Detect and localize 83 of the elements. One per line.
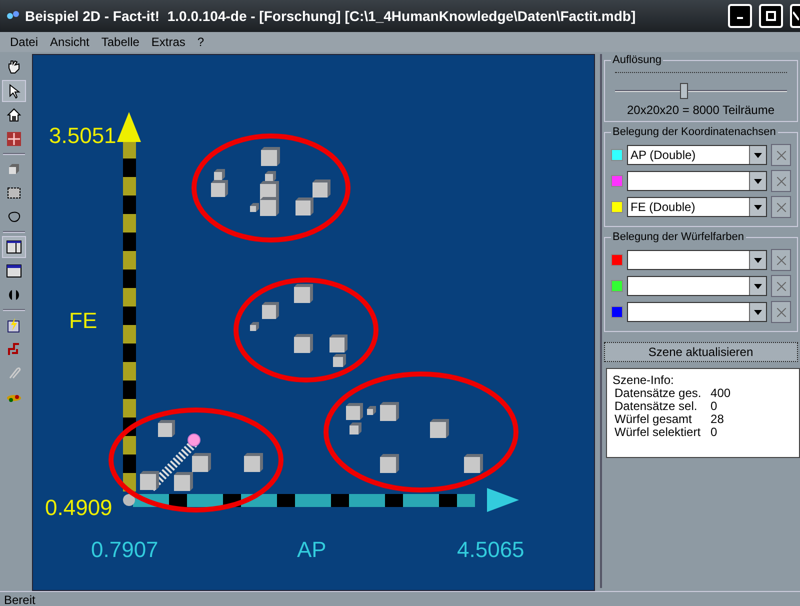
data-cube[interactable] [366,406,376,415]
lightning-icon [6,317,22,333]
home-icon [6,107,22,123]
data-cube[interactable] [294,284,313,303]
info-label: Datensätze ges. [614,387,702,400]
data-cube[interactable] [332,354,346,367]
data-cube[interactable] [260,147,280,166]
data-cube[interactable] [214,169,225,180]
tool-button[interactable] [2,80,26,102]
group-title: Belegung der Würfelfarben [612,231,745,243]
data-cube[interactable] [349,422,362,434]
data-cube[interactable] [174,472,193,491]
menu-item[interactable]: ? [191,35,210,49]
field-dropdown[interactable] [626,171,767,191]
data-cube[interactable] [294,334,313,353]
clear-icon[interactable] [771,301,791,323]
menu-item[interactable]: Tabelle [95,35,146,49]
data-cube[interactable] [430,419,449,438]
x-axis-max: 4.5065 [456,537,524,562]
clear-icon[interactable] [771,170,791,192]
menu-item[interactable]: Ansicht [44,35,96,49]
close-button[interactable] [790,4,800,28]
minimize-button[interactable] [728,4,752,28]
data-cube[interactable] [346,403,363,420]
info-value: 400 [710,387,732,400]
data-cube[interactable] [464,454,483,473]
data-cube[interactable] [312,180,330,198]
clear-icon[interactable] [771,275,791,297]
data-cube[interactable] [260,197,279,216]
data-cube[interactable] [380,454,399,473]
info-label: Datensätze sel. [614,400,698,413]
group-title: Auflösung [612,54,662,66]
field-dropdown[interactable]: AP (Double) [626,145,767,165]
y-axis-label: FE [68,308,97,333]
resolution-slider[interactable] [614,81,787,97]
group-title: Belegung der Koordinatenachsen [612,126,777,138]
data-cube[interactable] [250,322,259,331]
x-axis-min: 0.7907 [90,537,158,562]
window-title: Beispiel 2D - Fact-it! 1.0.0.104-de - [Forschung] [C:\1_4HumanKnowledge\Daten\Factit.mdb] [25,8,637,24]
data-cube[interactable] [264,171,276,182]
window-icon [6,263,22,279]
data-cube[interactable] [329,334,348,352]
menu-item[interactable]: Extras [145,35,192,49]
resolution-reading: 20x20x20 = 8000 Teilräume [626,103,776,117]
data-cube[interactable] [250,203,259,212]
move-icon [6,131,22,147]
origin-marker [122,494,135,506]
close-icon [793,11,799,21]
field-dropdown[interactable] [626,276,767,296]
slider-thumb[interactable] [680,83,688,99]
y-axis-max: 3.5051 [48,123,116,148]
connector-icon [6,341,22,357]
x-axis-label: AP [296,537,326,562]
data-cube[interactable] [244,453,263,472]
info-value: 0 [710,400,718,413]
data-cube[interactable] [140,471,159,490]
clear-icon[interactable] [771,144,791,166]
clear-icon[interactable] [771,196,791,218]
info-title: Szene-Info: [612,373,675,387]
field-dropdown[interactable] [626,250,767,270]
data-cube[interactable] [158,420,175,437]
update-scene-button[interactable]: Szene aktualisieren [604,342,798,362]
maximize-button[interactable] [759,4,783,28]
lasso-icon [6,209,22,225]
info-value: 28 [710,413,725,426]
info-value: 0 [710,426,718,439]
data-cube[interactable] [192,453,211,472]
data-cube[interactable] [380,402,399,421]
data-cube[interactable] [295,198,314,216]
tool-button[interactable] [2,236,26,258]
info-label: Würfel selektiert [614,426,702,439]
hand-icon [6,59,22,75]
data-cube[interactable] [262,302,279,319]
field-dropdown[interactable] [626,302,767,322]
field-dropdown[interactable]: FE (Double) [626,197,767,217]
status-text: Bereit [4,593,36,606]
rectangle-select-icon [6,185,22,201]
maximize-icon [766,11,776,21]
menu-item[interactable]: Datei [4,35,44,49]
info-label: Würfel gesamt [614,413,693,426]
clear-icon[interactable] [771,249,791,271]
panel-layout-icon [6,239,22,255]
y-axis-min: 0.4909 [44,495,112,520]
